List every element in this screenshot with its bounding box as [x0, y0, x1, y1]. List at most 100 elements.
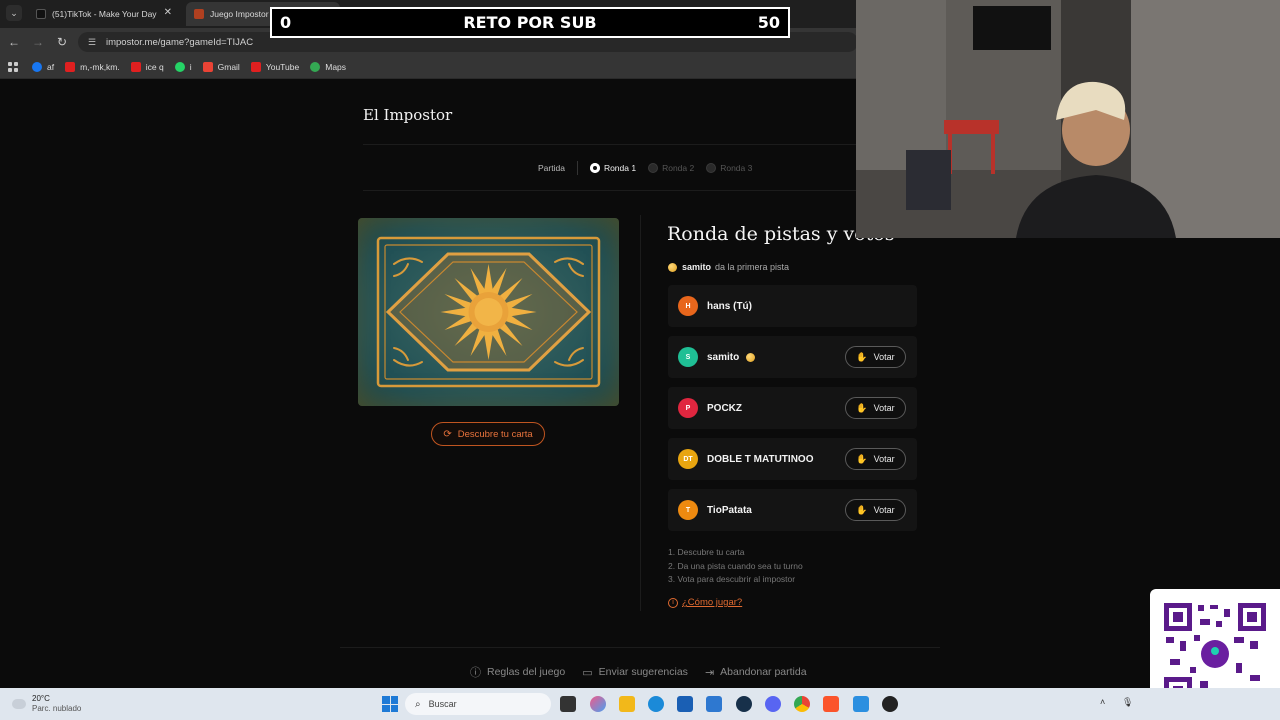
- first-clue-note: samito da la primera pista: [668, 262, 789, 272]
- step-inactive-icon: [706, 163, 717, 173]
- page-footer: ⓘ Reglas del juego ▭ Enviar sugerencias ⇥ A…: [470, 664, 824, 680]
- search-placeholder: Buscar: [428, 699, 457, 709]
- avatar: P: [678, 398, 698, 418]
- player-list: H hans (Tú) S samito ✋ Votar P POCKZ ✋ Vot…: [668, 285, 917, 540]
- url-text: impostor.me/game?gameId=TIJAC: [106, 36, 254, 48]
- tab-title: (51)TikTok - Make Your Day: [52, 9, 157, 19]
- bookmark-whatsapp[interactable]: i: [174, 61, 192, 72]
- file-explorer-icon[interactable]: [619, 696, 635, 712]
- bookmark-maps[interactable]: Maps: [310, 61, 346, 72]
- store-icon[interactable]: [677, 696, 693, 712]
- apps-grid-icon[interactable]: [8, 61, 18, 72]
- player-row-hans: H hans (Tú): [668, 285, 917, 327]
- player-name: DOBLE T MATUTINOO: [707, 453, 814, 465]
- round-stepper: Partida Ronda 1 Ronda 2 Ronda 3: [538, 161, 764, 175]
- bookmark-youtube-1[interactable]: m,-mk,km.: [65, 61, 120, 72]
- app-icon[interactable]: [853, 696, 869, 712]
- vote-button-samito[interactable]: ✋ Votar: [845, 346, 906, 368]
- search-icon: ⌕: [415, 698, 421, 710]
- bookmark-youtube-2[interactable]: ice q: [130, 61, 164, 72]
- card-back[interactable]: [358, 218, 619, 406]
- hand-icon: ✋: [856, 504, 868, 515]
- instruction-item: 2. Da una pista cuando sea tu turno: [668, 560, 803, 571]
- microphone-icon[interactable]: 🎙: [1122, 697, 1133, 708]
- close-tab-icon[interactable]: ✕: [164, 7, 172, 18]
- tab-tiktok[interactable]: (51)TikTok - Make Your Day ✕: [28, 2, 180, 26]
- discord-icon[interactable]: [765, 696, 781, 712]
- player-row-pockz: P POCKZ ✋ Votar: [668, 387, 917, 429]
- sub-challenge-overlay: 0 RETO POR SUB 50: [270, 7, 790, 38]
- facebook-icon: [32, 61, 42, 72]
- divider: [340, 647, 940, 648]
- webcam-scene: [856, 0, 1280, 238]
- tab-search-dropdown-icon[interactable]: ⌄: [6, 5, 22, 21]
- vote-button-tiopatata[interactable]: ✋ Votar: [845, 499, 906, 521]
- step-active-icon: [589, 163, 600, 173]
- info-icon: i: [668, 597, 678, 608]
- steam-icon[interactable]: [736, 696, 752, 712]
- suggestions-link[interactable]: ▭ Enviar sugerencias: [582, 664, 688, 680]
- first-clue-text: da la primera pista: [715, 262, 790, 272]
- vertical-divider: [640, 215, 641, 611]
- info-circle-icon: ⓘ: [470, 667, 481, 679]
- weather-temp: 20°C: [32, 694, 50, 703]
- whatsapp-icon: [174, 61, 185, 72]
- how-to-play-link[interactable]: i ¿Cómo jugar?: [668, 597, 742, 608]
- bookmark-facebook[interactable]: af: [32, 61, 54, 72]
- vote-button-doble-t[interactable]: ✋ Votar: [845, 448, 906, 470]
- player-row-doble-t: DT DOBLE T MATUTINOO ✋ Votar: [668, 438, 917, 480]
- avatar: T: [678, 500, 698, 520]
- back-icon[interactable]: ←: [6, 34, 22, 50]
- taskbar-search[interactable]: ⌕ Buscar: [405, 693, 551, 715]
- leave-game-link[interactable]: ⇥ Abandonar partida: [705, 664, 807, 680]
- exit-icon: ⇥: [704, 666, 715, 679]
- youtube-icon: [65, 61, 76, 72]
- task-view-icon[interactable]: [560, 696, 576, 712]
- forward-icon[interactable]: →: [30, 34, 46, 50]
- player-name: TioPatata: [707, 504, 752, 516]
- first-clue-player: samito: [682, 262, 712, 272]
- divider: [576, 161, 578, 175]
- reload-icon[interactable]: ↻: [54, 34, 70, 50]
- bookmark-gmail[interactable]: Gmail: [202, 61, 240, 72]
- player-name: samito: [707, 352, 756, 363]
- youtube-icon: [250, 61, 261, 72]
- youtube-icon: [130, 61, 141, 72]
- weather-widget[interactable]: 20°C Parc. nublado: [12, 694, 81, 714]
- reveal-card-button[interactable]: ⟳ Descubre tu carta: [431, 422, 545, 446]
- hand-icon: ✋: [856, 402, 868, 413]
- brave-icon[interactable]: [823, 696, 839, 712]
- bookmark-youtube-3[interactable]: YouTube: [250, 61, 299, 72]
- overlay-count-right: 50: [757, 13, 780, 32]
- webcam-feed: [856, 0, 1280, 238]
- site-title[interactable]: El Impostor: [363, 106, 452, 124]
- rules-link[interactable]: ⓘ Reglas del juego: [470, 664, 565, 680]
- tiktok-favicon-icon: [36, 9, 46, 19]
- step-round-1: Ronda 1: [589, 163, 636, 173]
- avatar: S: [678, 347, 698, 367]
- vote-button-pockz[interactable]: ✋ Votar: [845, 397, 906, 419]
- rotate-icon: ⟳: [443, 428, 452, 440]
- edge-icon[interactable]: [648, 696, 664, 712]
- site-info-icon[interactable]: ☰: [88, 37, 98, 47]
- stepper-label: Partida: [538, 163, 565, 173]
- reveal-card-label: Descubre tu carta: [457, 428, 533, 440]
- avatar: H: [678, 296, 698, 316]
- step-round-2: Ronda 2: [648, 163, 694, 173]
- hand-icon: ✋: [856, 351, 868, 362]
- overlay-title: RETO POR SUB: [463, 13, 597, 32]
- copilot-icon[interactable]: [590, 696, 606, 712]
- avatar: DT: [678, 449, 698, 469]
- impostor-favicon-icon: [194, 9, 204, 19]
- gmail-icon: [202, 61, 213, 72]
- chrome-icon[interactable]: [794, 696, 810, 712]
- player-row-samito: S samito ✋ Votar: [668, 336, 917, 378]
- hand-icon: ✋: [856, 453, 868, 464]
- tray-chevron-icon[interactable]: ˄: [1100, 697, 1105, 707]
- instruction-item: 1. Descubre tu carta: [668, 547, 745, 557]
- obs-icon[interactable]: [882, 696, 898, 712]
- outlook-icon[interactable]: [706, 696, 722, 712]
- divider: [363, 144, 857, 145]
- windows-start-icon[interactable]: [382, 696, 398, 712]
- instructions-list: 1. Descubre tu carta 2. Da una pista cua…: [668, 546, 803, 587]
